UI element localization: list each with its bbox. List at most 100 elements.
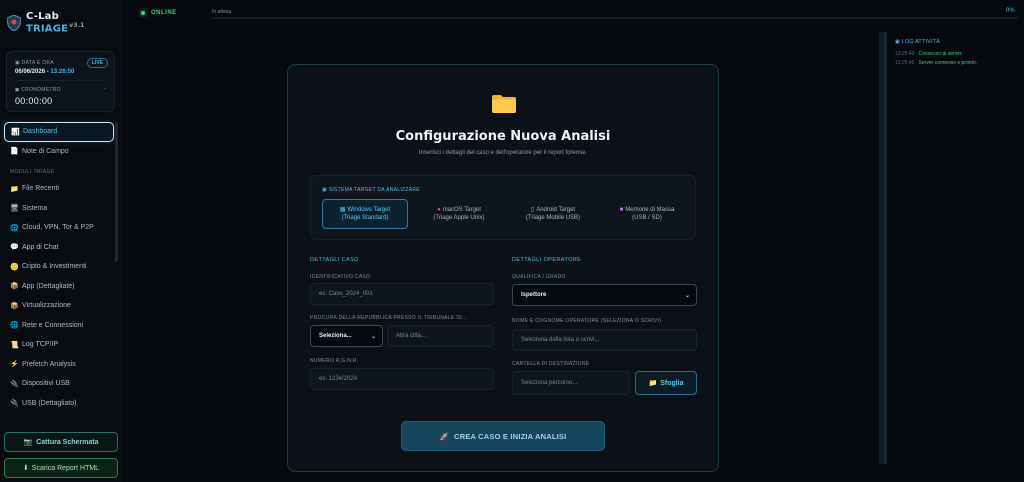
- sidebar-item-label: File Recenti: [22, 185, 59, 193]
- rgnr-label: NUMERO R.G.N.R.: [310, 358, 359, 364]
- sidebar-item-module[interactable]: 🌐 Rete e Connessioni: [4, 316, 114, 336]
- sidebar-item-label: App di Chat: [22, 243, 59, 251]
- log-icon: 📜: [10, 341, 19, 349]
- target-windows-option[interactable]: ▦ Windows Target (Triage Standard): [322, 199, 408, 229]
- destination-label: CARTELLA DI DESTINAZIONE: [512, 361, 590, 367]
- rgnr-input[interactable]: es: 1234/2024: [310, 368, 494, 390]
- coin-icon: 🪙: [10, 263, 19, 271]
- sidebar-item-module[interactable]: 💬 App di Chat: [4, 238, 114, 258]
- log-entry: 13:25:40 Connesso al server.: [895, 51, 963, 57]
- folder-icon: 📁: [10, 185, 19, 193]
- brand-logo: C-Lab TRIAGEv3.1: [7, 11, 121, 34]
- clock-card: ▣ DATA E ORA LIVE 06/06/2026 - 13:26:50 …: [6, 51, 115, 112]
- usb-icon: 🔌: [10, 380, 19, 388]
- sidebar-item-label: Dashboard: [23, 128, 58, 136]
- operator-label: NOME E COGNOME OPERATORE (SELEZIONA O SC…: [512, 318, 662, 324]
- sidebar-item-label: Cloud, VPN, Tor & P2P: [22, 224, 94, 232]
- browse-button[interactable]: 📁 Sfoglia: [635, 371, 697, 395]
- connection-status: ONLINE: [141, 10, 177, 16]
- progress-text: In attesa: [212, 9, 232, 15]
- chevron-down-icon: ⌄: [370, 333, 376, 340]
- phone-icon: ▯: [530, 207, 535, 213]
- rocket-icon: 🚀: [439, 431, 450, 441]
- bolt-icon: ⚡: [10, 361, 19, 369]
- target-section-label: ▣ SISTEMA TARGET DA ANALIZZARE: [322, 187, 420, 193]
- sidebar-item-module[interactable]: ⚡ Prefetch Analysis: [4, 355, 114, 375]
- create-case-button[interactable]: 🚀 CREA CASO E INIZIA ANALISI: [401, 421, 605, 451]
- app-root: C-Lab TRIAGEv3.1 ▣ DATA E ORA LIVE 06/06…: [0, 0, 1024, 482]
- sidebar-item-module[interactable]: 🔌 USB (Dettagliato): [4, 394, 114, 414]
- target-macos-option[interactable]: ● macOS Target (Triage Apple Unix): [416, 199, 502, 229]
- disk-icon: ■: [619, 207, 624, 213]
- case-section-title: DETTAGLI CASO: [310, 257, 359, 263]
- target-storage-option[interactable]: ■ Memorie di Massa (USB / SD): [604, 199, 690, 229]
- shield-icon: [7, 14, 21, 31]
- rank-select[interactable]: Ispettore ⌄: [512, 284, 697, 306]
- chart-icon: 📊: [11, 128, 20, 136]
- monitor-icon: 🖥: [10, 205, 19, 213]
- sidebar-nav: 📊 Dashboard 📄 Note di Campo MODULI TRIAG…: [4, 122, 114, 413]
- procura-select[interactable]: Seleziona... ⌄: [310, 325, 383, 347]
- sidebar-scrollbar[interactable]: [115, 122, 118, 262]
- status-dot-icon: [141, 11, 145, 15]
- page-subtitle: Inserisci i dettagli del caso e dell'ope…: [418, 150, 588, 156]
- sidebar-item-label: Note di Campo: [22, 147, 69, 155]
- sidebar-item-module[interactable]: 🖥 Sistema: [4, 199, 114, 219]
- procura-other-input[interactable]: Altra città...: [387, 325, 494, 347]
- app-name: C-Lab TRIAGEv3.1: [25, 11, 85, 35]
- download-report-button[interactable]: ⬇ Scarica Report HTML: [4, 458, 118, 478]
- sidebar-item-module[interactable]: 🪙 Cripto & Investimenti: [4, 257, 114, 277]
- sidebar-item-module[interactable]: 📜 Log TCP/IP: [4, 335, 114, 355]
- chrono-value: 00:00:00: [15, 96, 53, 106]
- destination-input[interactable]: Seleziona percorso...: [512, 371, 630, 395]
- progress-bar: [212, 17, 1018, 19]
- target-system-group: ▣ SISTEMA TARGET DA ANALIZZARE ▦ Windows …: [310, 175, 696, 240]
- chrono-dash: -: [104, 86, 106, 92]
- camera-icon: 📷: [23, 439, 33, 446]
- sidebar-item-dashboard[interactable]: 📊 Dashboard: [4, 122, 114, 142]
- operator-section-title: DETTAGLI OPERATORE: [512, 257, 582, 263]
- activity-log-panel: ▣ LOG ATTIVITÀ 13:25:40 Connesso al serve…: [884, 32, 1024, 464]
- log-title: ▣ LOG ATTIVITÀ: [895, 39, 940, 45]
- new-analysis-card: Configurazione Nuova Analisi Inserisci i…: [287, 64, 719, 472]
- sidebar-item-label: Prefetch Analysis: [22, 360, 76, 368]
- sidebar-item-label: USB (Dettagliato): [22, 399, 77, 407]
- target-android-option[interactable]: ▯ Android Target (Triage Mobile USB): [510, 199, 596, 229]
- case-id-label: IDENTIFICATIVO CASO: [310, 274, 371, 280]
- chrono-label: ◼ CRONOMETRO: [15, 87, 61, 93]
- progress-percent: 0%: [1006, 8, 1015, 14]
- sidebar-item-module[interactable]: 📦 App (Dettagliate): [4, 277, 114, 297]
- sidebar-item-module[interactable]: 📦 Virtualizzazione: [4, 296, 114, 316]
- live-badge: LIVE: [86, 58, 108, 68]
- sidebar-item-notes[interactable]: 📄 Note di Campo: [4, 142, 114, 162]
- sidebar-item-module[interactable]: 🔌 Dispositivi USB: [4, 374, 114, 394]
- folder-icon: 📁: [648, 380, 658, 387]
- sidebar-item-label: Virtualizzazione: [22, 302, 71, 310]
- sidebar-item-label: Rete e Connessioni: [22, 321, 84, 329]
- sidebar-item-label: Log TCP/IP: [22, 341, 59, 349]
- sidebar-item-label: App (Dettagliate): [22, 282, 75, 290]
- sidebar-item-label: Dispositivi USB: [22, 380, 70, 388]
- capture-screenshot-button[interactable]: 📷 Cattura Schermata: [4, 432, 118, 452]
- sidebar-item-label: Cripto & Investimenti: [22, 263, 87, 271]
- chat-icon: 💬: [10, 244, 19, 252]
- sidebar-item-module[interactable]: 🌐 Cloud, VPN, Tor & P2P: [4, 218, 114, 238]
- chevron-down-icon: ⌄: [684, 292, 690, 299]
- sidebar-section-title: MODULI TRIAGE: [10, 169, 55, 175]
- sidebar: C-Lab TRIAGEv3.1 ▣ DATA E ORA LIVE 06/06…: [0, 0, 122, 482]
- log-entry: 13:25:40 Server connesso e pronto.: [895, 60, 978, 66]
- apps-icon: 📦: [10, 283, 19, 291]
- page-title: Configurazione Nuova Analisi: [395, 129, 611, 144]
- operator-input[interactable]: Seleziona dalla lista o scrivi...: [512, 329, 697, 351]
- windows-icon: ▦: [339, 207, 346, 213]
- box-icon: 📦: [10, 302, 19, 310]
- apple-icon: ●: [437, 207, 441, 213]
- rank-label: QUALIFICA / GRADO: [512, 274, 566, 280]
- download-icon: ⬇: [22, 465, 29, 472]
- sidebar-item-module[interactable]: 📁 File Recenti: [4, 179, 114, 199]
- folder-icon: [492, 95, 516, 113]
- network-icon: 🌐: [10, 322, 19, 330]
- current-datetime: 06/06/2026 - 13:26:50: [15, 69, 75, 75]
- usb-icon: 🔌: [10, 400, 19, 408]
- case-id-input[interactable]: es: Caso_2024_001: [310, 283, 494, 305]
